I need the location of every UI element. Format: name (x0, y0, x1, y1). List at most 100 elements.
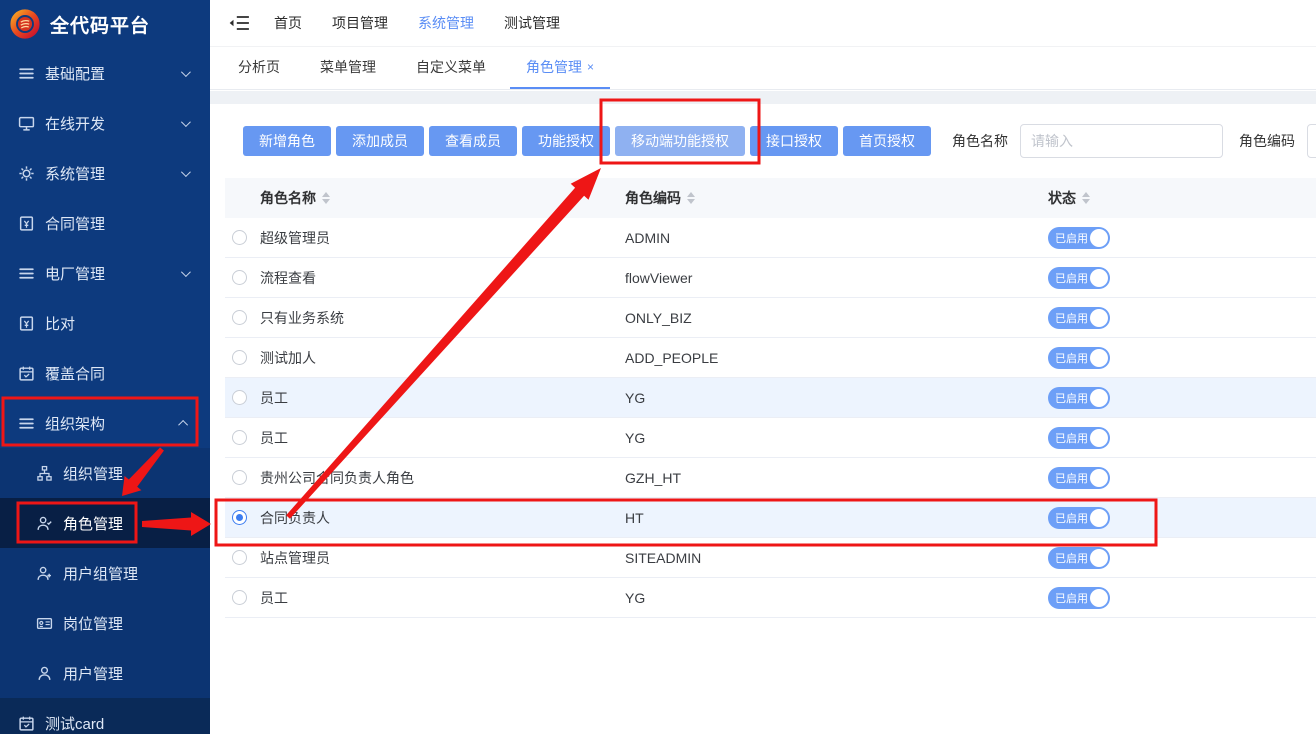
sidebar-item[interactable]: 组织管理 (0, 448, 210, 498)
role-name-cell: 测试加人 (260, 348, 625, 368)
status-toggle[interactable]: 已启用 (1048, 307, 1110, 329)
sidebar-item[interactable]: 测试card (0, 698, 210, 734)
radio-button[interactable] (232, 230, 247, 245)
content: 新增角色添加成员查看成员功能授权移动端功能授权接口授权首页授权 角色名称 角色编… (210, 91, 1316, 734)
status-toggle[interactable]: 已启用 (1048, 587, 1110, 609)
table-row[interactable]: 员工 YG 已启用 (225, 578, 1316, 618)
topnav-item[interactable]: 项目管理 (332, 13, 388, 33)
tab-label: 角色管理 (526, 57, 582, 77)
app-root: 全代码平台 基础配置 在线开发 系统管理 合同管理 (0, 0, 1316, 734)
sidebar-item[interactable]: 基础配置 (0, 48, 210, 98)
role-name-cell: 贵州公司合同负责人角色 (260, 468, 625, 488)
table-row[interactable]: 站点管理员 SITEADMIN 已启用 (225, 538, 1316, 578)
column-header-label: 状态 (1048, 188, 1076, 208)
status-toggle-label: 已启用 (1055, 230, 1088, 246)
sidebar-item-label: 比对 (45, 313, 75, 334)
role-name-cell: 站点管理员 (260, 548, 625, 568)
table-row[interactable]: 员工 YG 已启用 (225, 418, 1316, 458)
sidebar-item[interactable]: 比对 (0, 298, 210, 348)
role-code-input[interactable] (1307, 124, 1316, 158)
topnav-item[interactable]: 首页 (274, 13, 302, 33)
toolbar-button[interactable]: 接口授权 (750, 126, 838, 156)
sort-icon[interactable] (1082, 192, 1090, 204)
role-name-input[interactable] (1020, 124, 1223, 158)
menu-collapse-icon[interactable] (228, 14, 250, 32)
radio-button[interactable] (232, 270, 247, 285)
radio-button[interactable] (232, 390, 247, 405)
status-cell: 已启用 (1048, 307, 1316, 329)
status-cell: 已启用 (1048, 387, 1316, 409)
chevron-icon (181, 167, 191, 177)
status-toggle[interactable]: 已启用 (1048, 507, 1110, 529)
toolbar-button[interactable]: 首页授权 (843, 126, 931, 156)
role-code-filter-label: 角色编码 (1239, 131, 1295, 151)
toolbar-button[interactable]: 查看成员 (429, 126, 517, 156)
radio-button[interactable] (232, 550, 247, 565)
sidebar-item-label: 岗位管理 (63, 613, 123, 634)
topnav-item[interactable]: 测试管理 (504, 13, 560, 33)
table-row[interactable]: 测试加人 ADD_PEOPLE 已启用 (225, 338, 1316, 378)
tab[interactable]: 菜单管理 (304, 47, 392, 89)
status-cell: 已启用 (1048, 227, 1316, 249)
table-row[interactable]: 合同负责人 HT 已启用 (225, 498, 1316, 538)
status-toggle-label: 已启用 (1055, 310, 1088, 326)
status-toggle[interactable]: 已启用 (1048, 227, 1110, 249)
status-toggle[interactable]: 已启用 (1048, 347, 1110, 369)
table-row[interactable]: 员工 YG 已启用 (225, 378, 1316, 418)
tab[interactable]: 角色管理 × (510, 47, 610, 89)
tab[interactable]: 自定义菜单 (400, 47, 502, 89)
radio-cell (225, 550, 260, 565)
toolbar-button[interactable]: 新增角色 (243, 126, 331, 156)
radio-button[interactable] (232, 310, 247, 325)
status-toggle[interactable]: 已启用 (1048, 467, 1110, 489)
toolbar-button[interactable]: 移动端功能授权 (615, 126, 745, 156)
column-header[interactable]: 角色编码 (625, 188, 1048, 208)
sidebar-item-label: 合同管理 (45, 213, 105, 234)
sidebar-item[interactable]: 系统管理 (0, 148, 210, 198)
radio-button[interactable] (232, 470, 247, 485)
sidebar-item-label: 角色管理 (63, 513, 123, 534)
sidebar-item[interactable]: 用户管理 (0, 648, 210, 698)
tab[interactable]: 分析页 (222, 47, 296, 89)
topnav-item[interactable]: 系统管理 (418, 13, 474, 33)
status-toggle[interactable]: 已启用 (1048, 387, 1110, 409)
status-toggle-label: 已启用 (1055, 510, 1088, 526)
status-cell: 已启用 (1048, 547, 1316, 569)
status-toggle[interactable]: 已启用 (1048, 547, 1110, 569)
column-header[interactable]: 状态 (1048, 188, 1316, 208)
top-nav: 首页 项目管理 系统管理 测试管理 (210, 0, 1316, 47)
sort-icon[interactable] (322, 192, 330, 204)
table-row[interactable]: 只有业务系统 ONLY_BIZ 已启用 (225, 298, 1316, 338)
sidebar-item-icon (18, 315, 35, 332)
radio-button[interactable] (232, 590, 247, 605)
tab-close-icon[interactable]: × (587, 61, 594, 73)
column-header-label: 角色编码 (625, 188, 681, 208)
toolbar-button[interactable]: 添加成员 (336, 126, 424, 156)
status-toggle[interactable]: 已启用 (1048, 427, 1110, 449)
table-row[interactable]: 流程查看 flowViewer 已启用 (225, 258, 1316, 298)
sidebar-item[interactable]: 角色管理 (0, 498, 210, 548)
toolbar-button[interactable]: 功能授权 (522, 126, 610, 156)
sidebar-item[interactable]: 合同管理 (0, 198, 210, 248)
sidebar-item[interactable]: 用户组管理 (0, 548, 210, 598)
sidebar-item-label: 用户组管理 (63, 563, 138, 584)
sidebar-item[interactable]: 电厂管理 (0, 248, 210, 298)
sidebar-item-label: 基础配置 (45, 63, 105, 84)
radio-button[interactable] (232, 430, 247, 445)
table-row[interactable]: 超级管理员 ADMIN 已启用 (225, 218, 1316, 258)
sidebar-item[interactable]: 组织架构 (0, 398, 210, 448)
sidebar-item[interactable]: 覆盖合同 (0, 348, 210, 398)
sort-icon[interactable] (687, 192, 695, 204)
column-header[interactable]: 角色名称 (260, 188, 625, 208)
role-name-filter-label: 角色名称 (952, 131, 1008, 151)
app-title: 全代码平台 (50, 11, 150, 38)
app-logo-icon (9, 8, 41, 40)
status-cell: 已启用 (1048, 267, 1316, 289)
status-toggle[interactable]: 已启用 (1048, 267, 1110, 289)
sidebar-item[interactable]: 在线开发 (0, 98, 210, 148)
app-logo[interactable]: 全代码平台 (0, 0, 210, 48)
radio-button[interactable] (232, 350, 247, 365)
sidebar-item[interactable]: 岗位管理 (0, 598, 210, 648)
table-row[interactable]: 贵州公司合同负责人角色 GZH_HT 已启用 (225, 458, 1316, 498)
radio-button[interactable] (232, 510, 247, 525)
